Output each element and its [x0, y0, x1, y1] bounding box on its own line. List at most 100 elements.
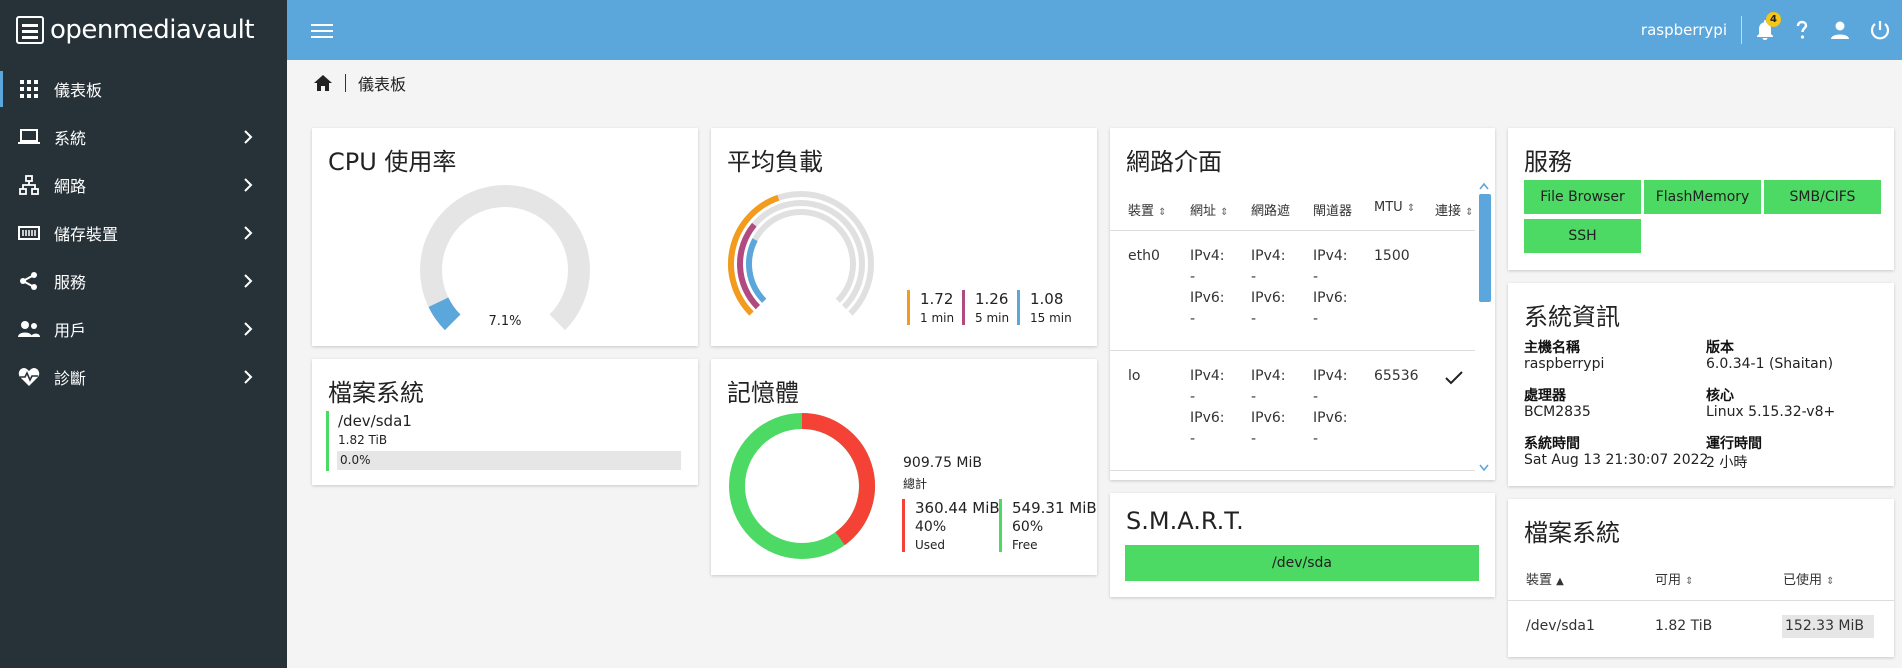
breadcrumb-separator: [345, 74, 346, 92]
column-header-mtu[interactable]: MTU ⇕: [1374, 200, 1415, 215]
network-interfaces-card: 網路介面 裝置 ⇕ 網址 ⇕ 網路遮 閘道器 MTU ⇕ 連接 ⇕ eth0 I…: [1110, 128, 1495, 480]
sidebar-nav: 儀表板 系統 網路 儲存裝置 服務 用戶 診斷: [0, 65, 287, 401]
column-header-device[interactable]: 裝置 ▲: [1526, 569, 1564, 588]
fs-available: 1.82 TiB: [1655, 618, 1713, 634]
info-value: 2 小時: [1706, 455, 1748, 471]
card-title: 檔案系統: [1524, 519, 1620, 547]
laptop-icon: [18, 126, 40, 148]
net-mtu: 1500: [1374, 248, 1410, 264]
sidebar-item-label: 儀表板: [54, 81, 103, 100]
column-header-used[interactable]: 已使用 ⇕: [1783, 569, 1835, 588]
scroll-down-icon[interactable]: [1479, 464, 1489, 472]
column-header-netmask[interactable]: 網路遮: [1251, 200, 1290, 219]
network-icon: [18, 174, 40, 196]
sidebar-item-network[interactable]: 網路: [0, 161, 287, 209]
sidebar-item-services[interactable]: 服務: [0, 257, 287, 305]
user-icon[interactable]: [1828, 18, 1852, 42]
load-value: 1.26: [975, 290, 1009, 308]
load-average-card: 平均負載 1.72 1 min 1.26 5 min 1.08 15 min: [711, 128, 1097, 346]
info-value: 6.0.34-1 (Shaitan): [1706, 356, 1834, 372]
sidebar-item-dashboard[interactable]: 儀表板: [0, 65, 287, 113]
column-header-address[interactable]: 網址 ⇕: [1190, 200, 1229, 219]
fs-device: /dev/sda1: [338, 412, 412, 430]
column-header-link[interactable]: 連接 ⇕: [1435, 200, 1474, 219]
card-title: 記憶體: [727, 379, 799, 407]
sidebar-item-system[interactable]: 系統: [0, 113, 287, 161]
fs-device: /dev/sda1: [1526, 618, 1595, 634]
load-arc: [746, 238, 767, 303]
help-icon[interactable]: [1790, 18, 1814, 42]
chevron-right-icon: [244, 370, 253, 384]
net-address: IPv4: - IPv6: -: [1190, 368, 1225, 447]
column-header-available[interactable]: 可用 ⇕: [1655, 569, 1694, 588]
net-netmask: IPv4: - IPv6: -: [1251, 368, 1286, 447]
memory-total-label: 總計: [903, 477, 928, 491]
sidebar-item-storage[interactable]: 儲存裝置: [0, 209, 287, 257]
heart-pulse-icon: [18, 366, 40, 388]
card-title: S.M.A.R.T.: [1126, 507, 1244, 535]
fs-usage-label: 0.0%: [340, 453, 371, 467]
column-header-gateway[interactable]: 閘道器: [1313, 200, 1352, 219]
info-value: BCM2835: [1524, 404, 1591, 420]
fs-usage-bar: 0.0%: [337, 451, 681, 470]
sidebar-item-label: 服務: [54, 273, 87, 292]
net-device: eth0: [1128, 248, 1160, 264]
net-gateway: IPv4: - IPv6: -: [1313, 368, 1348, 447]
storage-icon: [18, 222, 40, 244]
cpu-usage-value: 7.1%: [488, 314, 522, 329]
fs-status-bar: [326, 411, 329, 471]
load-value: 1.72: [920, 290, 954, 308]
sidebar: openmediavault 儀表板 系統 網路 儲存裝置 服務 用戶 診斷: [0, 0, 287, 668]
users-icon: [18, 318, 40, 340]
brand[interactable]: openmediavault: [0, 0, 287, 60]
column-header-device[interactable]: 裝置 ⇕: [1128, 200, 1167, 219]
chevron-right-icon: [244, 322, 253, 336]
system-info-card: 系統資訊 主機名稱 raspberrypi 版本 6.0.34-1 (Shait…: [1508, 283, 1894, 486]
info-label: 系統時間: [1524, 436, 1580, 452]
filesystem-table-card: 檔案系統 裝置 ▲ 可用 ⇕ 已使用 ⇕ /dev/sda1 1.82 TiB …: [1508, 499, 1894, 657]
sidebar-item-label: 系統: [54, 129, 87, 148]
breadcrumb: 儀表板: [313, 70, 406, 96]
load-gauge: [728, 191, 874, 316]
service-chip[interactable]: SMB/CIFS: [1764, 180, 1881, 214]
topbar: raspberrypi 4: [287, 0, 1902, 60]
smart-card: S.M.A.R.T. /dev/sda: [1110, 493, 1495, 597]
scrollbar-thumb[interactable]: [1479, 194, 1491, 302]
divider: [1110, 350, 1475, 351]
memory-used-arc: [801, 413, 875, 546]
scroll-up-icon[interactable]: [1479, 182, 1489, 190]
share-icon: [18, 270, 40, 292]
sidebar-item-label: 儲存裝置: [54, 225, 119, 244]
card-title: 檔案系統: [328, 379, 424, 407]
brand-name: openmediavault: [50, 15, 255, 45]
card-title: 系統資訊: [1524, 303, 1620, 331]
memory-total: 909.75 MiB: [903, 455, 983, 471]
sidebar-item-diagnostics[interactable]: 診斷: [0, 353, 287, 401]
chevron-right-icon: [244, 274, 253, 288]
net-gateway: IPv4: - IPv6: -: [1313, 248, 1348, 327]
net-mtu: 65536: [1374, 368, 1419, 384]
dashboard-grid-icon: [18, 78, 40, 100]
info-label: 處理器: [1524, 388, 1566, 404]
home-icon[interactable]: [313, 73, 333, 93]
info-label: 運行時間: [1706, 436, 1762, 452]
breadcrumb-current: 儀表板: [358, 75, 407, 94]
card-title: 網路介面: [1126, 148, 1222, 176]
sidebar-item-users[interactable]: 用戶: [0, 305, 287, 353]
menu-icon[interactable]: [311, 20, 333, 40]
power-icon[interactable]: [1868, 18, 1892, 42]
fs-size: 1.82 TiB: [338, 433, 388, 447]
card-title: 服務: [1524, 148, 1572, 176]
info-label: 核心: [1706, 388, 1734, 404]
chevron-right-icon: [244, 226, 253, 240]
service-chip[interactable]: FlashMemory: [1644, 180, 1761, 214]
service-chip[interactable]: SSH: [1524, 219, 1641, 253]
sidebar-item-label: 診斷: [54, 369, 87, 388]
memory-free-legend: 549.31 MiB 60% Free: [999, 499, 1097, 552]
info-label: 主機名稱: [1524, 340, 1580, 356]
smart-device-status[interactable]: /dev/sda: [1125, 545, 1479, 581]
service-chip[interactable]: File Browser: [1524, 180, 1641, 214]
load-legend-5min: 1.26 5 min: [962, 290, 1009, 325]
filesystem-summary-card: 檔案系統 /dev/sda1 1.82 TiB 0.0%: [312, 359, 698, 485]
memory-donut: [729, 413, 875, 559]
